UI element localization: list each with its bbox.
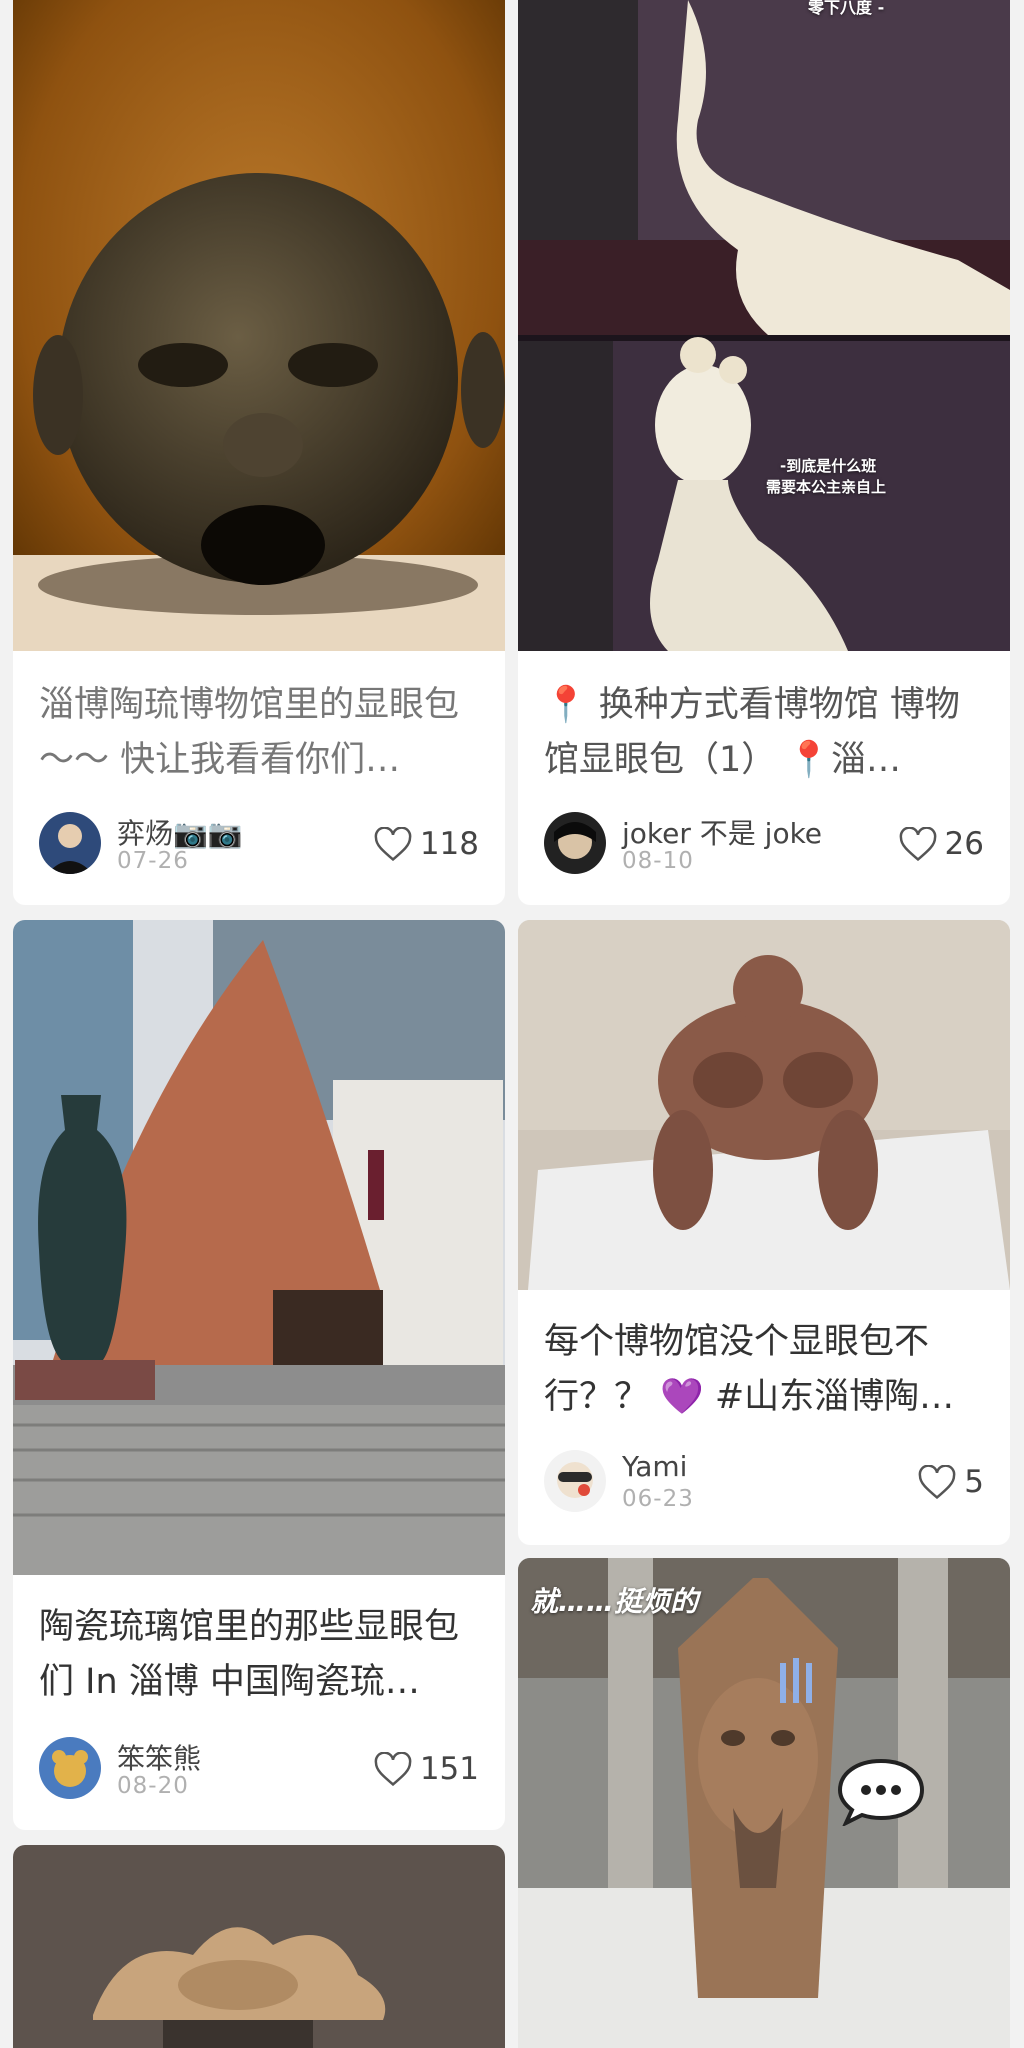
note-image[interactable] xyxy=(13,920,505,1575)
like-button[interactable]: 5 xyxy=(918,1460,984,1504)
like-count: 26 xyxy=(944,826,984,862)
note-title[interactable]: 陶瓷琉璃馆里的那些显眼包们 In 淄博 中国陶瓷琉… xyxy=(39,1600,479,1710)
overlay-caption: 就……挺烦的 xyxy=(530,1585,699,1618)
like-button[interactable]: 118 xyxy=(374,822,479,866)
note-card-2[interactable]: 零下八度 - -到底是什么班 需要本公主亲自上 📍 换种方式看博物馆 博物馆显眼… xyxy=(518,0,1010,905)
note-meta: Yami 06-23 5 xyxy=(544,1450,984,1514)
post-date: 08-20 xyxy=(117,1773,189,1799)
heart-outline-icon xyxy=(899,827,936,861)
avatar[interactable] xyxy=(544,1450,606,1512)
post-date: 08-10 xyxy=(622,848,694,874)
note-meta: joker 不是 joke 08-10 26 xyxy=(544,812,984,876)
heart-outline-icon xyxy=(374,1752,412,1786)
like-button[interactable]: 151 xyxy=(374,1747,479,1791)
note-card-1[interactable]: 淄博陶琉博物馆里的显眼包～～ 快让我看看你们… 弈炀📷📷 07-26 118 xyxy=(13,0,505,905)
like-count: 5 xyxy=(964,1464,984,1500)
note-image[interactable] xyxy=(13,0,505,651)
author-name[interactable]: joker 不是 joke xyxy=(622,812,822,852)
avatar[interactable] xyxy=(544,812,606,874)
note-card-5[interactable] xyxy=(13,1845,505,2048)
note-card-3[interactable]: 陶瓷琉璃馆里的那些显眼包们 In 淄博 中国陶瓷琉… 笨笨熊 08-20 151 xyxy=(13,920,505,1830)
overlay-caption: -到底是什么班 xyxy=(780,457,877,475)
heart-outline-icon xyxy=(374,827,412,861)
author-name[interactable]: 弈炀📷📷 xyxy=(117,812,243,852)
like-count: 118 xyxy=(419,826,479,862)
post-date: 07-26 xyxy=(117,848,189,874)
overlay-caption-top: 零下八度 - xyxy=(808,0,885,17)
speech-bubble-icon xyxy=(836,1756,926,1826)
note-card-4[interactable]: 每个博物馆没个显眼包不行？？ 💜 #山东淄博陶… Yami 06-23 5 xyxy=(518,920,1010,1545)
like-count: 151 xyxy=(419,1751,479,1787)
note-title[interactable]: 📍 换种方式看博物馆 博物馆显眼包（1） 📍淄… xyxy=(544,678,984,788)
like-button[interactable]: 26 xyxy=(899,822,984,866)
note-meta: 弈炀📷📷 07-26 118 xyxy=(39,812,479,876)
author-name[interactable]: Yami xyxy=(622,1450,687,1483)
overlay-caption: 需要本公主亲自上 xyxy=(766,478,887,496)
avatar[interactable] xyxy=(39,812,101,874)
note-card-6[interactable]: 就……挺烦的 xyxy=(518,1558,1010,2048)
note-image[interactable]: 零下八度 - -到底是什么班 需要本公主亲自上 xyxy=(518,0,1010,651)
avatar[interactable] xyxy=(39,1737,101,1799)
note-image[interactable] xyxy=(13,1845,505,2048)
note-title[interactable]: 淄博陶琉博物馆里的显眼包～～ 快让我看看你们… xyxy=(39,678,479,788)
note-meta: 笨笨熊 08-20 151 xyxy=(39,1737,479,1801)
author-name[interactable]: 笨笨熊 xyxy=(117,1737,201,1777)
note-image[interactable]: 就……挺烦的 xyxy=(518,1558,1010,2048)
heart-outline-icon xyxy=(918,1465,956,1499)
note-image[interactable] xyxy=(518,920,1010,1290)
post-date: 06-23 xyxy=(622,1486,694,1512)
note-title[interactable]: 每个博物馆没个显眼包不行？？ 💜 #山东淄博陶… xyxy=(544,1315,984,1425)
